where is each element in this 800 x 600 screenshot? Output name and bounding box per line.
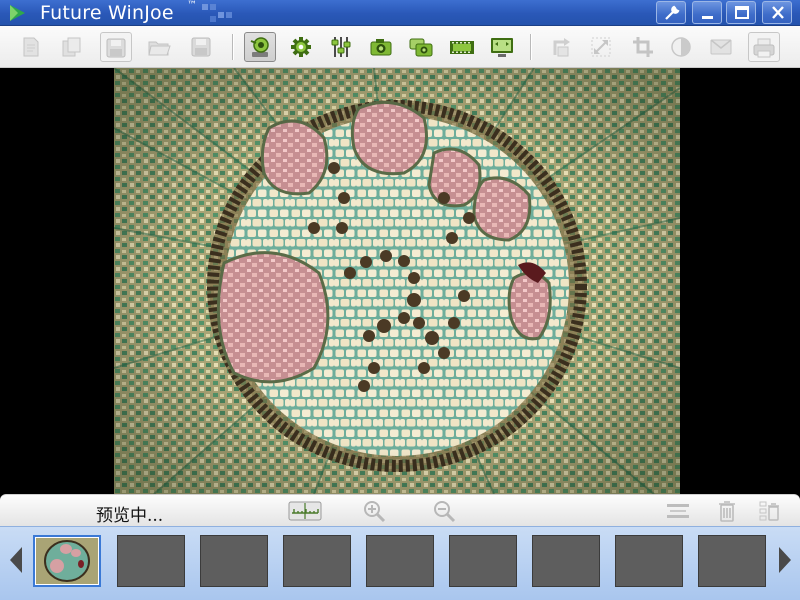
delete-all-icon [759, 501, 779, 521]
fit-width-button[interactable] [664, 499, 698, 523]
left-arrow-icon[interactable] [8, 545, 24, 575]
multi-capture-icon [409, 38, 433, 57]
minimize-button[interactable] [692, 1, 722, 24]
save-as-icon [106, 38, 126, 58]
camera-preview-icon [250, 37, 269, 57]
close-icon [772, 6, 784, 19]
status-bar: 预览中... [0, 494, 800, 526]
zoom-in-icon [364, 501, 386, 523]
right-arrow-icon[interactable] [777, 545, 793, 575]
copy-document-icon [62, 37, 81, 57]
tools-icon [665, 5, 680, 20]
video-film-icon [450, 41, 474, 54]
crop-icon [633, 37, 653, 57]
thumbnail-item-7[interactable] [532, 535, 600, 587]
save-button[interactable] [186, 32, 218, 62]
microscope-image[interactable] [114, 68, 680, 494]
zoom-out-icon [434, 501, 456, 523]
status-text: 预览中... [96, 506, 164, 526]
print-button[interactable] [748, 32, 780, 62]
burst-capture-button[interactable] [406, 32, 438, 62]
fullscreen-button[interactable] [486, 32, 518, 62]
email-icon [710, 39, 732, 55]
window-title: Future WinJoe [40, 2, 174, 24]
thumbnail-image [36, 538, 98, 584]
title-bar[interactable]: Future WinJoe ™ [0, 0, 800, 26]
thumbnail-item-6[interactable] [449, 535, 517, 587]
copy-button[interactable] [56, 32, 88, 62]
thumbnail-strip [0, 526, 800, 600]
maximize-button[interactable] [726, 1, 756, 24]
measure-button[interactable] [288, 499, 322, 523]
tools-button[interactable] [656, 1, 686, 24]
open-button[interactable] [144, 32, 176, 62]
resize-icon [591, 37, 611, 57]
adjustment-sliders-icon [331, 37, 351, 57]
app-logo-icon [10, 5, 25, 21]
thumbnail-item-3[interactable] [200, 535, 268, 587]
delete-button[interactable] [714, 499, 748, 523]
main-toolbar [0, 26, 800, 68]
toolbar-separator [232, 34, 234, 60]
settings-button[interactable] [286, 32, 318, 62]
contrast-icon [671, 37, 691, 57]
maximize-icon [735, 6, 749, 19]
minimize-icon [702, 16, 713, 19]
rotate-button[interactable] [546, 32, 578, 62]
delete-icon [719, 501, 735, 522]
new-document-icon [23, 37, 39, 57]
capture-button[interactable] [366, 32, 398, 62]
thumbnail-item-9[interactable] [698, 535, 766, 587]
preview-area [0, 68, 800, 494]
email-button[interactable] [706, 32, 738, 62]
crop-button[interactable] [628, 32, 660, 62]
resize-button[interactable] [586, 32, 618, 62]
save-icon [191, 37, 211, 57]
thumbnail-item-5[interactable] [366, 535, 434, 587]
delete-all-button[interactable] [756, 499, 790, 523]
thumbnail-item-8[interactable] [615, 535, 683, 587]
settings-gear-icon [291, 37, 311, 57]
app-window: Future WinJoe ™ 预览中... [0, 0, 800, 600]
new-button[interactable] [16, 32, 48, 62]
title-decoration [202, 4, 232, 22]
preview-button[interactable] [244, 32, 276, 62]
trademark-symbol: ™ [187, 0, 197, 11]
measure-ruler-icon [288, 501, 322, 521]
fit-width-icon [667, 504, 689, 518]
zoom-in-button[interactable] [362, 499, 396, 523]
thumbnail-item-1[interactable] [33, 535, 101, 587]
save-as-button[interactable] [100, 32, 132, 62]
thumbnail-item-2[interactable] [117, 535, 185, 587]
screen-monitor-icon [491, 38, 513, 57]
adjust-button[interactable] [326, 32, 358, 62]
zoom-out-button[interactable] [432, 499, 466, 523]
rotate-icon [553, 38, 570, 57]
thumbnail-item-4[interactable] [283, 535, 351, 587]
open-folder-icon [148, 41, 171, 56]
close-button[interactable] [762, 1, 792, 24]
contrast-button[interactable] [666, 32, 698, 62]
record-video-button[interactable] [446, 32, 478, 62]
camera-capture-icon [370, 39, 392, 56]
print-icon [753, 38, 775, 58]
toolbar-separator [530, 34, 532, 60]
